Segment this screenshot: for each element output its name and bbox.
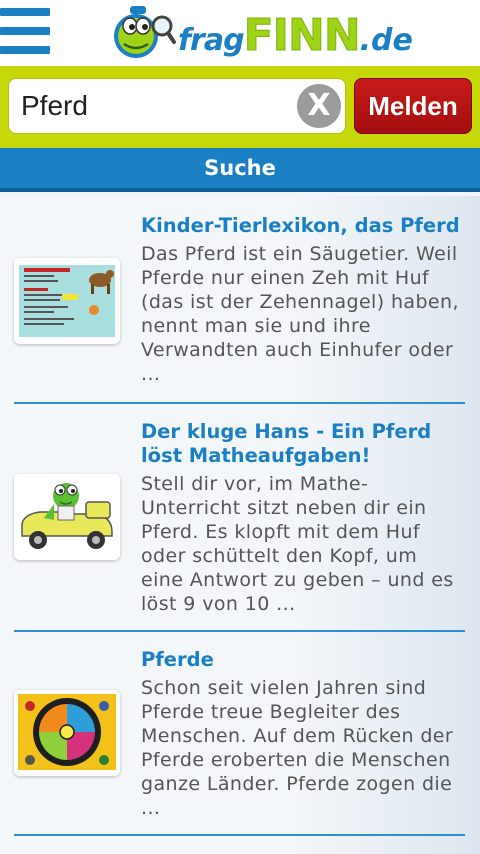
app-header: fragFINN.de (0, 0, 480, 66)
search-input[interactable] (21, 79, 291, 133)
result-snippet: Das Pferd ist ein Säugetier. Weil Pferde… (141, 243, 459, 385)
result-title[interactable]: Der kluge Hans - Ein Pferd löst Matheauf… (141, 420, 465, 468)
result-title[interactable]: Pferde (141, 648, 465, 672)
clear-x-icon[interactable]: X (297, 84, 341, 128)
logo-de-text: .de (359, 23, 413, 58)
tierlexikon-thumbnail-image (14, 258, 120, 344)
search-bar: X Melden (0, 66, 480, 148)
frog-mascot-magnifier-icon (114, 6, 176, 58)
frog-scooter-thumbnail-image (14, 474, 120, 560)
result-thumbnail[interactable] (14, 258, 120, 344)
tab-search-label: Suche (204, 156, 276, 180)
hamburger-menu-icon[interactable] (0, 8, 52, 58)
tab-search[interactable]: Suche (0, 148, 480, 192)
result-item[interactable]: Der kluge Hans - Ein Pferd löst Matheauf… (14, 404, 465, 632)
logo-frag-text: frag (178, 23, 245, 58)
knowledge-wheel-thumbnail-image (14, 690, 120, 776)
logo-finn-text: FINN (243, 10, 361, 62)
result-snippet: Stell dir vor, im Mathe-Unterricht sitzt… (141, 473, 454, 615)
results-list: Kinder-Tierlexikon, das Pferd Das Pferd … (0, 196, 480, 854)
result-snippet: Schon seit vielen Jahren sind Pferde tre… (141, 677, 454, 819)
result-item[interactable]: Pferde Schon seit vielen Jahren sind Pfe… (14, 632, 465, 836)
result-thumbnail[interactable] (14, 474, 120, 560)
logo-wordmark: fragFINN.de (178, 10, 413, 62)
search-box: X (8, 78, 346, 134)
result-item[interactable]: Kinder-Tierlexikon, das Pferd Das Pferd … (14, 196, 465, 404)
report-button[interactable]: Melden (354, 78, 472, 134)
result-title[interactable]: Kinder-Tierlexikon, das Pferd (141, 214, 465, 238)
result-thumbnail[interactable] (14, 690, 120, 776)
fragfinn-logo[interactable]: fragFINN.de (112, 4, 434, 62)
